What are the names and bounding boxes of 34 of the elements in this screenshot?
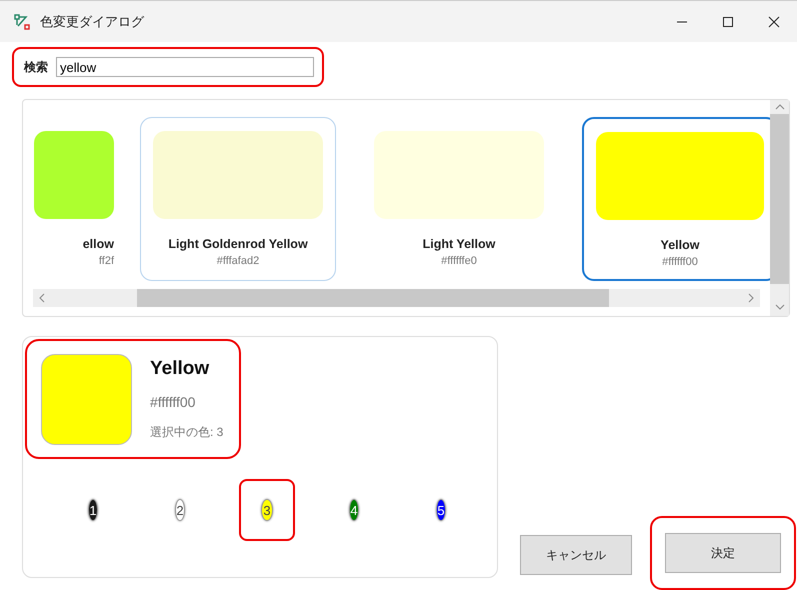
scroll-down-icon[interactable] xyxy=(774,304,784,310)
color-slot[interactable]: 2 xyxy=(175,499,185,521)
color-slot[interactable]: 3 xyxy=(261,499,273,521)
color-card[interactable]: Light Goldenrod Yellow #fffafad2 xyxy=(140,117,336,281)
color-card[interactable]: Light Yellow #ffffffe0 xyxy=(361,117,557,281)
app-icon xyxy=(14,14,30,30)
selected-slot-text: 選択中の色: 3 xyxy=(150,424,224,440)
color-hex: #ffffff00 xyxy=(662,256,698,268)
color-name: Light Goldenrod Yellow xyxy=(168,237,308,251)
search-field[interactable]: yellow xyxy=(56,57,314,77)
dialog-button[interactable]: キャンセル xyxy=(520,535,632,575)
color-hex: ff2f xyxy=(98,255,114,267)
color-slot[interactable]: 1 xyxy=(88,499,98,521)
color-card[interactable]: Yellow #ffffff00 xyxy=(582,117,770,281)
maximize-icon xyxy=(722,16,734,28)
close-icon xyxy=(768,16,780,28)
window-title: 色変更ダイアログ xyxy=(40,12,146,30)
search-label: 検索 xyxy=(24,58,48,76)
preview-name: Yellow xyxy=(150,358,210,380)
color-slot[interactable]: 5 xyxy=(436,499,446,521)
color-name: Yellow xyxy=(660,238,700,252)
preview-hex: #ffffff00 xyxy=(150,394,196,410)
vertical-scrollbar[interactable] xyxy=(770,100,789,316)
color-hex: #ffffffe0 xyxy=(441,255,477,267)
color-name: Light Yellow xyxy=(422,237,496,251)
color-hex: #fffafad2 xyxy=(216,255,260,267)
scroll-left-icon[interactable] xyxy=(39,293,45,303)
color-card[interactable]: ellow ff2f xyxy=(33,117,115,281)
color-slot[interactable]: 4 xyxy=(349,499,359,521)
scroll-right-icon[interactable] xyxy=(748,293,754,303)
scroll-up-icon[interactable] xyxy=(774,104,784,110)
horizontal-scrollbar[interactable] xyxy=(33,289,760,307)
color-name: ellow xyxy=(82,237,114,251)
dialog-button[interactable]: 決定 xyxy=(665,533,781,573)
